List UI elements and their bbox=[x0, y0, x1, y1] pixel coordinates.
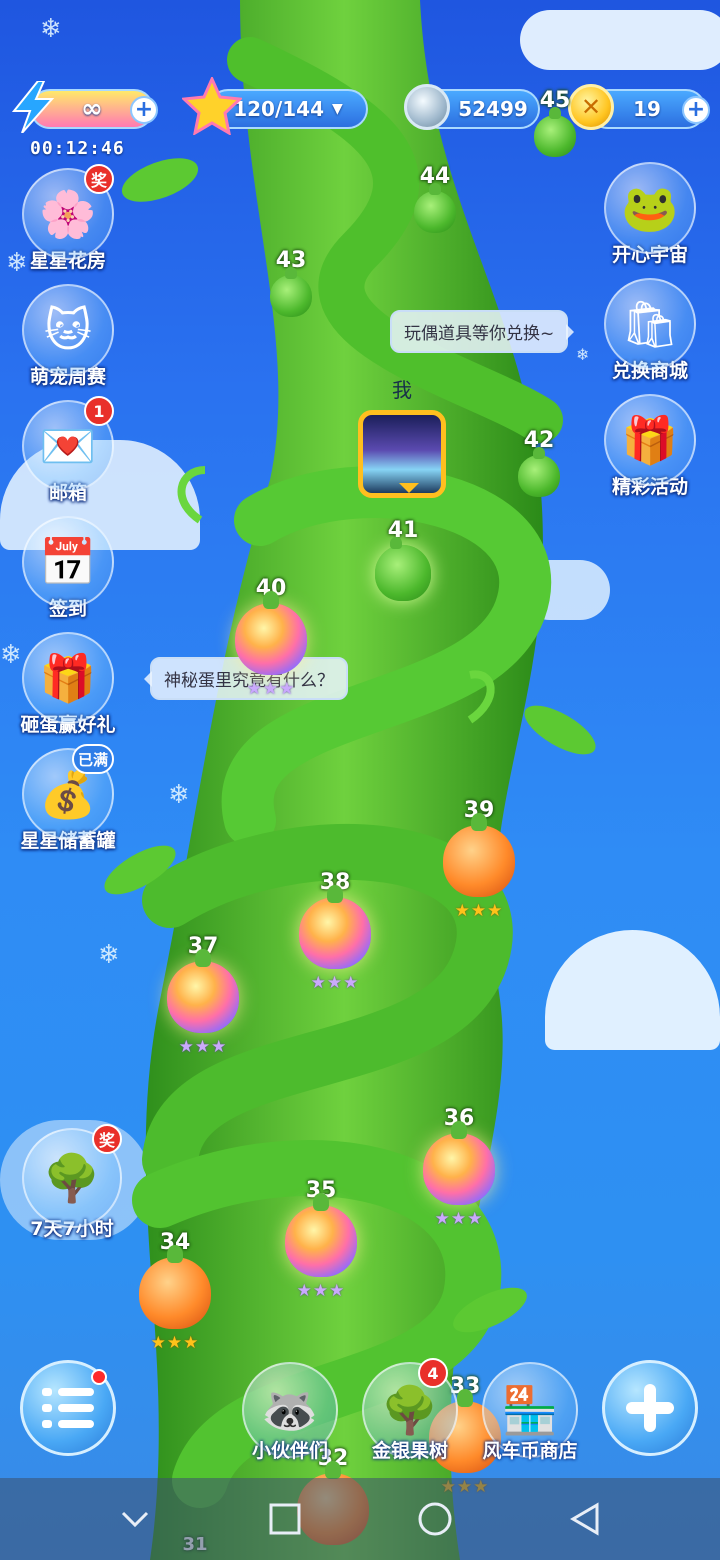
star-piggybank-icon: 💰 已满 bbox=[22, 744, 114, 840]
level-fruit bbox=[235, 591, 307, 675]
mailbox-button[interactable]: 💌 1 邮箱 bbox=[16, 396, 120, 505]
add-gold-button[interactable]: + bbox=[682, 96, 710, 124]
level-fruit bbox=[285, 1193, 357, 1277]
level-fruit bbox=[443, 813, 515, 897]
level-fruit bbox=[518, 447, 560, 497]
main-menu-button[interactable] bbox=[8, 1360, 128, 1456]
level-stars: ★★★ bbox=[454, 901, 504, 921]
level-stars: ★★★ bbox=[150, 1333, 200, 1353]
back-triangle-icon[interactable] bbox=[560, 1494, 610, 1544]
partners-button[interactable]: 🦝 小伙伴们 bbox=[230, 1362, 350, 1463]
happy-universe-button[interactable]: 🐸 开心宇宙 bbox=[598, 162, 702, 267]
mail-count-badge: 1 bbox=[84, 396, 114, 426]
bottom-label: 金银果树 bbox=[371, 1440, 448, 1462]
level-36[interactable]: 36 ★★★ bbox=[414, 1106, 504, 1229]
level-39[interactable]: 39 ★★★ bbox=[434, 798, 524, 921]
star-piggybank-button[interactable]: 💰 已满 星星储蓄罐 bbox=[16, 744, 120, 853]
plus-icon bbox=[602, 1360, 698, 1456]
stars-dropdown-icon[interactable]: ▼ bbox=[332, 101, 343, 117]
checkin-calendar-icon: 📅 bbox=[22, 516, 114, 608]
fruit-tree-badge: 4 bbox=[418, 1358, 448, 1388]
exchange-tooltip: 玩偶道具等你兑换~ bbox=[390, 310, 575, 353]
full-badge: 已满 bbox=[71, 744, 114, 774]
level-37[interactable]: 37 ★★★ bbox=[158, 934, 248, 1057]
resource-bar: ∞ + 120/144 ▼ 52499 19 + ✕ bbox=[0, 77, 720, 136]
stars-value: 120/144 bbox=[233, 97, 325, 121]
level-stars: ★★★ bbox=[178, 1037, 228, 1057]
system-nav-bar bbox=[0, 1478, 720, 1560]
gold-value: 19 bbox=[633, 97, 661, 121]
reward-badge: 奖 bbox=[84, 164, 114, 194]
level-fruit bbox=[534, 107, 576, 157]
square-icon[interactable] bbox=[260, 1494, 310, 1544]
events-button[interactable]: 🎁 精彩活动 bbox=[598, 394, 702, 499]
level-number: 41 bbox=[387, 518, 419, 543]
level-stars: ★★★ bbox=[310, 973, 360, 993]
level-stars: ★★★ bbox=[434, 1209, 484, 1229]
reward-badge: 奖 bbox=[92, 1124, 122, 1154]
energy-value: ∞ bbox=[81, 94, 103, 124]
level-34[interactable]: 34 ★★★ bbox=[130, 1230, 220, 1353]
level-44[interactable]: 44 bbox=[390, 164, 480, 233]
star-icon bbox=[182, 77, 242, 135]
star-flower-house-button[interactable]: 🌸 奖 星星花房 bbox=[16, 164, 120, 273]
windmill-shop-button[interactable]: 🏪 风车币商店 bbox=[470, 1362, 590, 1463]
level-fruit bbox=[167, 949, 239, 1033]
player-avatar[interactable] bbox=[358, 410, 446, 498]
heart-tree-icon: 🌳 奖 bbox=[22, 1124, 122, 1228]
level-fruit bbox=[375, 537, 431, 601]
level-41[interactable]: 41 bbox=[358, 518, 448, 601]
silver-coin-icon bbox=[402, 82, 452, 132]
level-38[interactable]: 38 ★★★ bbox=[290, 870, 380, 993]
notification-dot bbox=[91, 1369, 107, 1385]
fruit-tree-button[interactable]: 🌳 4 金银果树 bbox=[350, 1358, 470, 1463]
pet-contest-button[interactable]: 🐱 萌宠周赛 bbox=[16, 284, 120, 389]
smash-egg-icon: 🎁 bbox=[22, 632, 114, 724]
smash-egg-button[interactable]: 🎁 砸蛋赢好礼 bbox=[16, 632, 120, 737]
level-40[interactable]: 40 ★★★ bbox=[226, 576, 316, 699]
chevron-down-icon[interactable] bbox=[110, 1494, 160, 1544]
menu-list-icon bbox=[20, 1360, 116, 1456]
exchange-shop-icon: 🛍 bbox=[604, 278, 696, 370]
level-stars: ★★★ bbox=[246, 679, 296, 699]
pet-contest-icon: 🐱 bbox=[22, 284, 114, 376]
add-energy-button[interactable]: + bbox=[130, 96, 158, 124]
seven-day-promo-button[interactable]: 🌳 奖 7天7小时 bbox=[12, 1124, 132, 1241]
level-fruit bbox=[414, 183, 456, 233]
bottom-label: 风车币商店 bbox=[482, 1440, 578, 1462]
exchange-shop-button[interactable]: 🛍 兑换商城 bbox=[598, 278, 702, 383]
level-fruit bbox=[423, 1121, 495, 1205]
level-fruit bbox=[270, 267, 312, 317]
level-43[interactable]: 43 bbox=[246, 248, 336, 317]
level-stars: ★★★ bbox=[296, 1281, 346, 1301]
checkin-button[interactable]: 📅 签到 bbox=[16, 516, 120, 621]
bottom-label: 小伙伴们 bbox=[251, 1440, 328, 1462]
flower-house-icon: 🌸 奖 bbox=[22, 164, 114, 260]
mail-icon: 💌 1 bbox=[22, 396, 114, 492]
level-fruit bbox=[139, 1245, 211, 1329]
energy-timer: 00:12:46 bbox=[30, 138, 125, 159]
add-button[interactable] bbox=[590, 1360, 710, 1456]
circle-icon[interactable] bbox=[410, 1494, 460, 1544]
level-35[interactable]: 35 ★★★ bbox=[276, 1178, 366, 1301]
gift-events-icon: 🎁 bbox=[604, 394, 696, 486]
frog-universe-icon: 🐸 bbox=[604, 162, 696, 254]
lightning-icon bbox=[10, 81, 56, 133]
player-marker-label: 我 bbox=[392, 378, 412, 402]
level-fruit bbox=[299, 885, 371, 969]
level-45[interactable]: 45 bbox=[510, 88, 600, 157]
level-42[interactable]: 42 bbox=[494, 428, 584, 497]
